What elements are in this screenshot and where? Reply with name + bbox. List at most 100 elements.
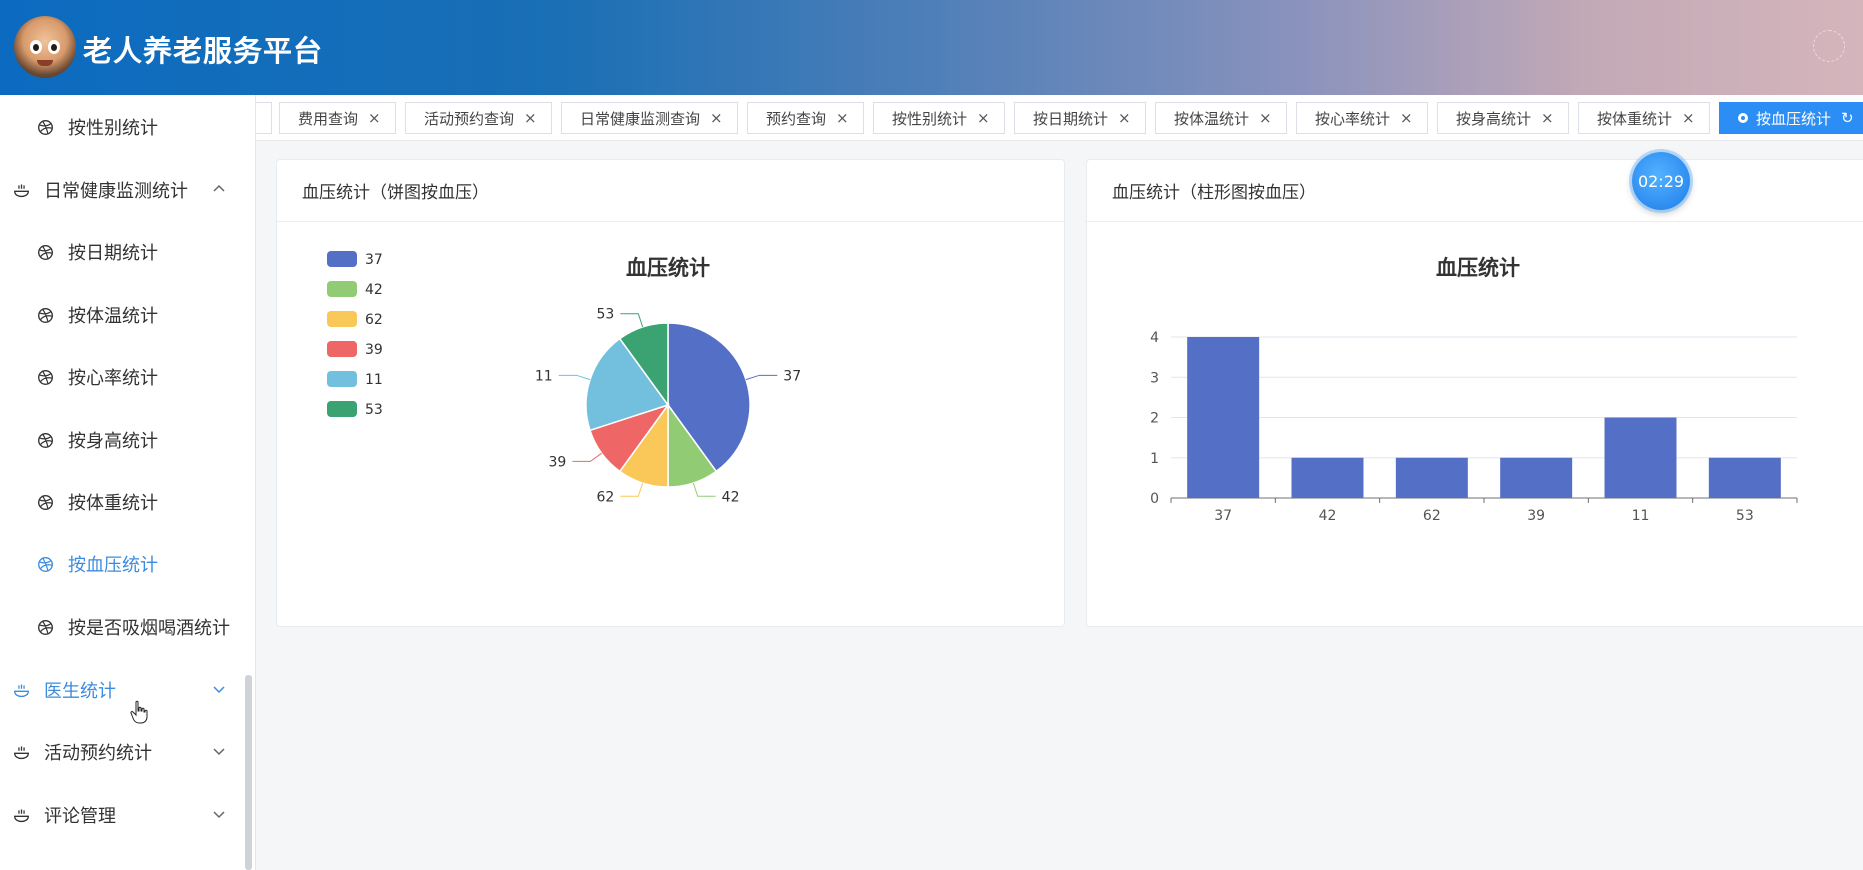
tab-10[interactable]: 按血压统计 ↻ (1719, 102, 1863, 134)
y-tick-label-2: 2 (1150, 411, 1159, 427)
tab-label: 按身高统计 (1456, 109, 1532, 128)
sidebar-item-label: 按心率统计 (68, 368, 158, 389)
sidebar-item-0[interactable]: 按性别统计 (0, 107, 246, 147)
close-icon[interactable]: × (1682, 109, 1695, 127)
site-title: 老人养老服务平台 (83, 34, 324, 68)
tab-label: 活动预约查询 (424, 109, 515, 128)
dribbble-icon (36, 243, 54, 261)
bar-0 (1187, 337, 1260, 498)
close-icon[interactable]: × (524, 109, 537, 127)
tab-label: 按体重统计 (1597, 109, 1673, 128)
tab-3[interactable]: 预约查询 × (747, 102, 864, 134)
tab-9[interactable]: 按体重统计 × (1578, 102, 1710, 134)
pie-label-line-1 (692, 482, 716, 497)
countdown-timer: 02:29 (1632, 152, 1690, 210)
bar-4 (1604, 417, 1677, 498)
sidebar-item-4[interactable]: 按心率统计 (0, 357, 246, 397)
tab-0[interactable]: 费用查询 × (279, 102, 396, 134)
logo-avatar (14, 16, 76, 78)
bowl-icon (12, 681, 30, 699)
pie-label-2: 62 (597, 489, 615, 505)
legend-label-3: 39 (365, 342, 383, 358)
dribbble-icon (36, 431, 54, 449)
sidebar-item-8[interactable]: 按是否吸烟喝酒统计 (0, 607, 246, 647)
sidebar-item-7[interactable]: 按血压统计 (0, 544, 246, 584)
tab-2[interactable]: 日常健康监测查询 × (561, 102, 738, 134)
tab-8[interactable]: 按身高统计 × (1437, 102, 1569, 134)
dribbble-icon (36, 118, 54, 136)
pie-chart: 血压统计 37 42 62 39 11 53 37 42 62 39 11 53 (327, 251, 801, 505)
pie-label-line-0 (745, 374, 778, 381)
bowl-icon (12, 743, 30, 761)
close-icon[interactable]: × (1400, 109, 1413, 127)
x-tick-label-5: 53 (1736, 508, 1754, 524)
dribbble-icon (36, 493, 54, 511)
bar-1 (1291, 457, 1364, 498)
chevron-down-icon[interactable] (212, 744, 226, 758)
y-tick-label-1: 1 (1150, 451, 1159, 467)
bar-2 (1395, 457, 1468, 498)
sidebar-item-10[interactable]: 活动预约统计 (0, 732, 246, 772)
chevron-down-icon[interactable] (212, 807, 226, 821)
pie-label-1: 42 (722, 489, 740, 505)
sidebar-item-label: 按体温统计 (68, 306, 158, 327)
pie-label-5: 53 (597, 307, 615, 323)
pie-card-header: 血压统计（饼图按血压） (277, 160, 1064, 222)
dribbble-icon (36, 306, 54, 324)
pie-label-line-2 (620, 482, 644, 497)
legend-swatch-3 (327, 341, 357, 357)
sidebar-item-6[interactable]: 按体重统计 (0, 482, 246, 522)
legend-swatch-4 (327, 371, 357, 387)
sidebar-item-1[interactable]: 日常健康监测统计 (0, 170, 246, 210)
tab-label: 按性别统计 (892, 109, 968, 128)
sidebar-item-3[interactable]: 按体温统计 (0, 295, 246, 335)
close-icon[interactable]: × (1259, 109, 1272, 127)
close-icon[interactable]: × (368, 109, 381, 127)
tab-1[interactable]: 活动预约查询 × (405, 102, 552, 134)
legend-swatch-2 (327, 311, 357, 327)
close-icon[interactable]: × (710, 109, 723, 127)
chevron-up-icon[interactable] (212, 182, 226, 196)
close-icon[interactable]: × (977, 109, 990, 127)
sidebar-item-2[interactable]: 按日期统计 (0, 232, 246, 272)
tab-4[interactable]: 按性别统计 × (873, 102, 1005, 134)
bar-chart-card: 血压统计（柱形图按血压） 血压统计 0 1 2 3 4 37 42 62 39 11 53 (1086, 159, 1863, 627)
app-header: 老人养老服务平台 (0, 0, 1863, 95)
chevron-down-icon[interactable] (212, 682, 226, 696)
legend-swatch-1 (327, 281, 357, 297)
close-icon[interactable]: × (1118, 109, 1131, 127)
legend-label-2: 62 (365, 312, 383, 328)
sidebar-scrollbar[interactable] (245, 675, 252, 870)
sidebar-item-label: 活动预约统计 (44, 743, 152, 764)
legend-label-1: 42 (365, 282, 383, 298)
tab-label: 按日期统计 (1033, 109, 1109, 128)
refresh-icon[interactable]: ↻ (1841, 109, 1854, 127)
bar-5 (1708, 457, 1781, 498)
pie-label-line-3 (572, 452, 602, 462)
hand-cursor-icon (130, 700, 148, 724)
pie-label-3: 39 (549, 454, 567, 470)
dribbble-icon (36, 618, 54, 636)
sidebar-item-9[interactable]: 医生统计 (0, 670, 246, 710)
bar-chart: 血压统计 0 1 2 3 4 37 42 62 39 11 53 (1150, 256, 1798, 524)
y-tick-label-0: 0 (1150, 491, 1159, 507)
dribbble-icon (36, 555, 54, 573)
sidebar-item-11[interactable]: 评论管理 (0, 795, 246, 835)
legend-swatch-5 (327, 401, 357, 417)
bar-title: 血压统计 (1436, 256, 1520, 280)
bowl-icon (12, 806, 30, 824)
tab-6[interactable]: 按体温统计 × (1155, 102, 1287, 134)
tab-7[interactable]: 按心率统计 × (1296, 102, 1428, 134)
tab-label: 日常健康监测查询 (580, 109, 701, 128)
pie-label-line-5 (620, 313, 644, 328)
bar-card-header: 血压统计（柱形图按血压） (1087, 160, 1863, 222)
close-icon[interactable]: × (1541, 109, 1554, 127)
x-tick-label-2: 62 (1423, 508, 1441, 524)
sidebar-item-5[interactable]: 按身高统计 (0, 420, 246, 460)
close-icon[interactable]: × (836, 109, 849, 127)
y-tick-label-3: 3 (1150, 370, 1159, 386)
tab-5[interactable]: 按日期统计 × (1014, 102, 1146, 134)
tab-bar: 费用查询 × 活动预约查询 × 日常健康监测查询 × 预约查询 × 按性别统计 × 按日期统计 × 按体… (256, 95, 1863, 141)
header-user-icon[interactable] (1813, 30, 1845, 62)
bowl-icon (12, 181, 30, 199)
